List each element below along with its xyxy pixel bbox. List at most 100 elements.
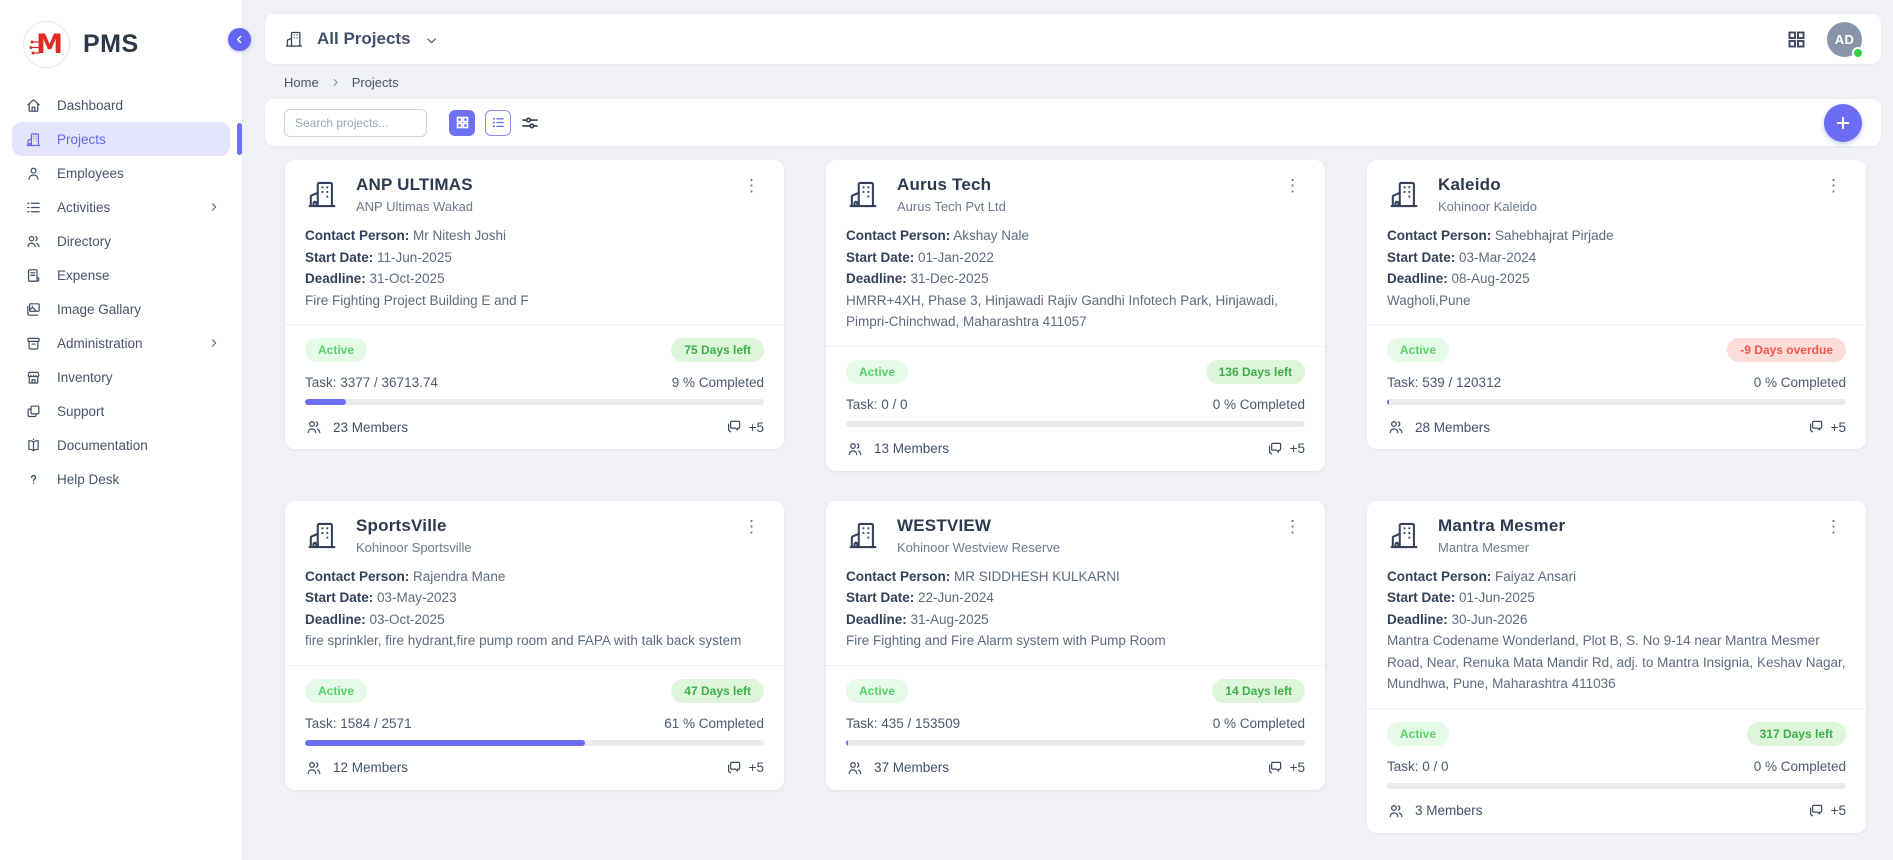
card-menu-button[interactable]: ⋮ <box>1821 175 1846 196</box>
person-icon <box>25 165 42 182</box>
deadline-value: 08-Aug-2025 <box>1452 271 1530 286</box>
sidebar-item-image-gallary[interactable]: Image Gallary <box>12 292 230 326</box>
contact-person-value: Mr Nitesh Joshi <box>413 228 506 243</box>
chat-icon <box>1807 418 1825 436</box>
card-menu-button[interactable]: ⋮ <box>739 175 764 196</box>
card-menu-button[interactable]: ⋮ <box>739 516 764 537</box>
grid-view-button[interactable] <box>449 110 475 136</box>
sidebar-item-label: Help Desk <box>57 472 119 487</box>
sidebar-item-label: Documentation <box>57 438 148 453</box>
buildings-icon <box>846 518 880 552</box>
project-scope-dropdown[interactable]: All Projects <box>284 29 439 49</box>
chat-count: +5 <box>749 760 764 775</box>
days-badge: 75 Days left <box>671 338 764 362</box>
sidebar-item-activities[interactable]: Activities <box>12 190 230 224</box>
chat-icon <box>1266 759 1284 777</box>
deadline-row: Deadline: 03-Oct-2025 <box>305 609 764 631</box>
project-name: Kaleido <box>1438 175 1804 195</box>
status-badge: Active <box>846 360 908 384</box>
sidebar-item-label: Expense <box>57 268 110 283</box>
sidebar-item-label: Directory <box>57 234 111 249</box>
project-name: WESTVIEW <box>897 516 1263 536</box>
list-icon <box>25 199 42 216</box>
sidebar-collapse-button[interactable] <box>228 28 251 51</box>
add-project-button[interactable] <box>1824 104 1862 142</box>
sidebar-item-documentation[interactable]: Documentation <box>12 428 230 462</box>
chevron-right-icon <box>208 201 220 213</box>
sidebar-item-employees[interactable]: Employees <box>12 156 230 190</box>
status-badge: Active <box>846 679 908 703</box>
start-date-row: Start Date: 03-May-2023 <box>305 587 764 609</box>
topbar-actions: AD <box>1786 22 1862 57</box>
buildings-icon <box>1387 177 1421 211</box>
card-chat-button[interactable]: +5 <box>1807 418 1846 436</box>
project-name: Mantra Mesmer <box>1438 516 1804 536</box>
card-menu-button[interactable]: ⋮ <box>1821 516 1846 537</box>
projects-toolbar <box>265 99 1881 146</box>
apps-grid-button[interactable] <box>1786 29 1807 50</box>
sidebar-item-label: Inventory <box>57 370 113 385</box>
divider <box>826 665 1325 666</box>
project-description: Fire Fighting and Fire Alarm system with… <box>846 630 1305 652</box>
breadcrumb-home[interactable]: Home <box>284 75 319 90</box>
start-date-value: 01-Jun-2025 <box>1459 590 1535 605</box>
divider <box>285 665 784 666</box>
project-card[interactable]: Mantra Mesmer Mantra Mesmer ⋮ Contact Pe… <box>1367 501 1866 833</box>
contact-person-value: Sahebhajrat Pirjade <box>1495 228 1614 243</box>
user-avatar[interactable]: AD <box>1827 22 1862 57</box>
list-view-button[interactable] <box>485 110 511 136</box>
task-count: Task: 1584 / 2571 <box>305 716 412 731</box>
card-chat-button[interactable]: +5 <box>725 418 764 436</box>
project-card[interactable]: ANP ULTIMAS ANP Ultimas Wakad ⋮ Contact … <box>285 160 784 449</box>
sidebar-item-support[interactable]: Support <box>12 394 230 428</box>
deadline-value: 03-Oct-2025 <box>370 612 445 627</box>
members-icon <box>1387 802 1405 820</box>
project-card[interactable]: SportsVille Kohinoor Sportsville ⋮ Conta… <box>285 501 784 790</box>
sidebar-item-label: Support <box>57 404 104 419</box>
avatar-initials: AD <box>1835 32 1854 47</box>
sidebar-item-administration[interactable]: Administration <box>12 326 230 360</box>
sidebar-item-dashboard[interactable]: Dashboard <box>12 88 230 122</box>
project-subtitle: Kohinoor Kaleido <box>1438 199 1804 214</box>
sidebar-item-projects[interactable]: Projects <box>12 122 230 156</box>
project-subtitle: Aurus Tech Pvt Ltd <box>897 199 1263 214</box>
task-count: Task: 0 / 0 <box>846 397 908 412</box>
card-chat-button[interactable]: +5 <box>1807 802 1846 820</box>
deadline-value: 30-Jun-2026 <box>1452 612 1528 627</box>
start-date-row: Start Date: 01-Jan-2022 <box>846 247 1305 269</box>
chat-icon <box>1807 802 1825 820</box>
sidebar-item-expense[interactable]: Expense <box>12 258 230 292</box>
members-count: 23 Members <box>333 420 408 435</box>
deadline-row: Deadline: 31-Aug-2025 <box>846 609 1305 631</box>
archive-icon <box>25 335 42 352</box>
sidebar-item-inventory[interactable]: Inventory <box>12 360 230 394</box>
progress-fill <box>1387 399 1389 405</box>
logo-circuit-decoration <box>29 36 42 58</box>
breadcrumb-projects[interactable]: Projects <box>352 75 399 90</box>
project-card[interactable]: Aurus Tech Aurus Tech Pvt Ltd ⋮ Contact … <box>826 160 1325 471</box>
percent-completed: 0 % Completed <box>1213 716 1305 731</box>
members-count: 13 Members <box>874 441 949 456</box>
sidebar-item-label: Activities <box>57 200 110 215</box>
project-cards-grid: ANP ULTIMAS ANP Ultimas Wakad ⋮ Contact … <box>285 160 1866 833</box>
card-menu-button[interactable]: ⋮ <box>1280 516 1305 537</box>
deadline-row: Deadline: 31-Oct-2025 <box>305 268 764 290</box>
project-card[interactable]: WESTVIEW Kohinoor Westview Reserve ⋮ Con… <box>826 501 1325 790</box>
chat-count: +5 <box>749 420 764 435</box>
card-chat-button[interactable]: +5 <box>725 759 764 777</box>
topbar: All Projects AD <box>265 14 1881 64</box>
sidebar-item-help-desk[interactable]: Help Desk <box>12 462 230 496</box>
search-input[interactable] <box>284 109 427 137</box>
project-name: SportsVille <box>356 516 722 536</box>
main-content: All Projects AD Home Projects <box>242 0 1893 860</box>
card-chat-button[interactable]: +5 <box>1266 440 1305 458</box>
filter-button[interactable] <box>520 113 540 133</box>
divider <box>285 324 784 325</box>
card-chat-button[interactable]: +5 <box>1266 759 1305 777</box>
project-card[interactable]: Kaleido Kohinoor Kaleido ⋮ Contact Perso… <box>1367 160 1866 449</box>
divider <box>1367 324 1866 325</box>
sidebar: M PMS Dashboard Projects Employees Activ… <box>0 0 242 860</box>
sidebar-item-directory[interactable]: Directory <box>12 224 230 258</box>
start-date-row: Start Date: 03-Mar-2024 <box>1387 247 1846 269</box>
card-menu-button[interactable]: ⋮ <box>1280 175 1305 196</box>
